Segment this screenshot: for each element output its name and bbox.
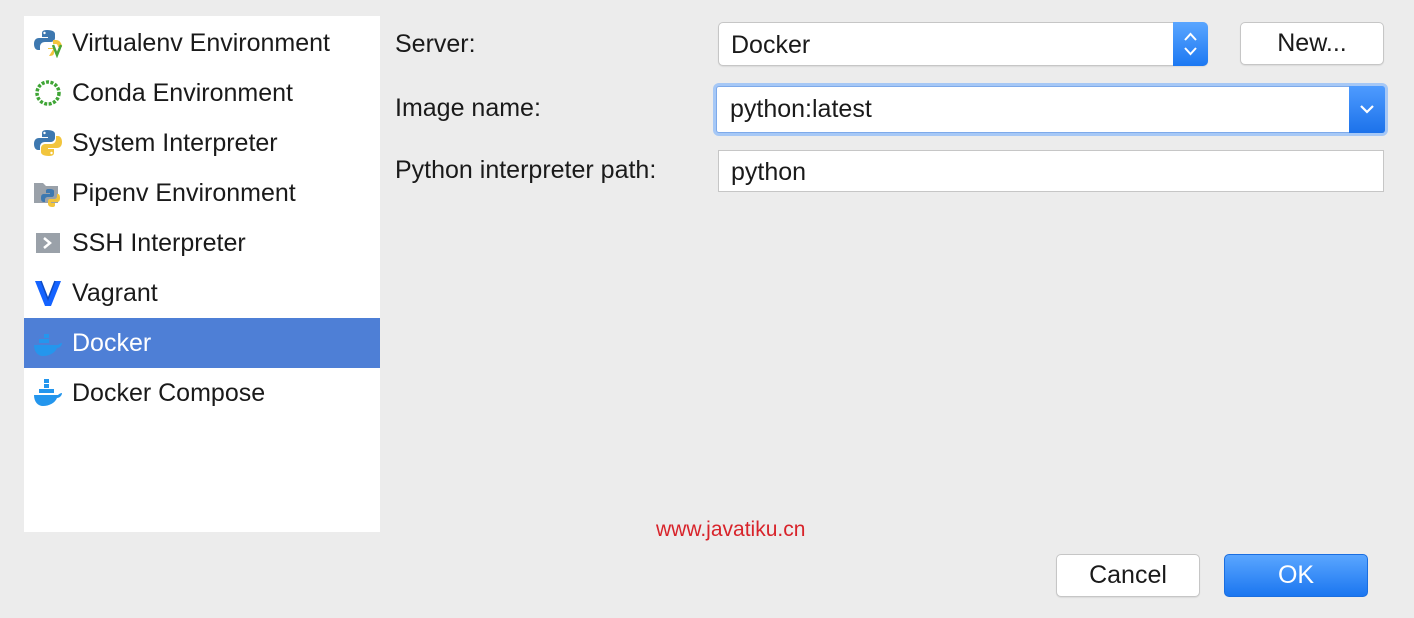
interpreter-path-label: Python interpreter path: [395, 156, 657, 184]
chevron-down-icon[interactable] [1349, 86, 1385, 133]
interpreter-path-input[interactable]: python [718, 150, 1384, 192]
image-name-value: python:latest [730, 95, 872, 123]
server-label: Server: [395, 30, 476, 58]
pipenv-icon [34, 183, 60, 207]
sidebar-item-docker-compose[interactable]: Docker Compose [24, 368, 380, 418]
sidebar-item-vagrant[interactable]: Vagrant [24, 268, 380, 318]
sidebar-item-label: System Interpreter [72, 128, 278, 157]
cancel-button[interactable]: Cancel [1056, 554, 1200, 597]
sidebar-item-label: Conda Environment [72, 78, 293, 107]
sidebar-item-label: Docker [72, 328, 152, 357]
new-server-button[interactable]: New... [1240, 22, 1384, 65]
virtualenv-icon [34, 30, 63, 58]
sidebar-item-label: Docker Compose [72, 378, 266, 407]
watermark-text: www.javatiku.cn [656, 518, 806, 541]
vagrant-icon [35, 280, 61, 306]
python-icon [34, 130, 62, 156]
sidebar-item-label: Virtualenv Environment [72, 28, 331, 57]
sidebar-item-label: Pipenv Environment [72, 178, 296, 207]
interpreter-path-value: python [731, 158, 807, 186]
conda-icon [35, 80, 61, 106]
sidebar-item-virtualenv[interactable]: Virtualenv Environment [24, 18, 380, 68]
sidebar-item-conda[interactable]: Conda Environment [24, 68, 380, 118]
sidebar-item-ssh[interactable]: SSH Interpreter [24, 218, 380, 268]
sidebar-item-pipenv[interactable]: Pipenv Environment [24, 168, 380, 218]
ssh-icon [36, 233, 60, 253]
sidebar-item-docker[interactable]: Docker [24, 318, 380, 368]
sidebar-item-label: Vagrant [72, 278, 158, 307]
image-name-label: Image name: [395, 94, 541, 122]
docker-icon [34, 334, 62, 356]
interpreter-type-list: Virtualenv Environment Conda Environment… [24, 16, 380, 532]
server-select[interactable]: Docker [718, 22, 1208, 66]
docker-compose-icon [34, 379, 62, 406]
sidebar-item-label: SSH Interpreter [72, 228, 246, 257]
image-name-combobox[interactable]: python:latest [713, 83, 1388, 136]
sidebar-item-system-interpreter[interactable]: System Interpreter [24, 118, 380, 168]
server-select-value: Docker [731, 31, 811, 59]
up-down-arrows-icon [1173, 22, 1208, 66]
ok-button[interactable]: OK [1224, 554, 1368, 597]
